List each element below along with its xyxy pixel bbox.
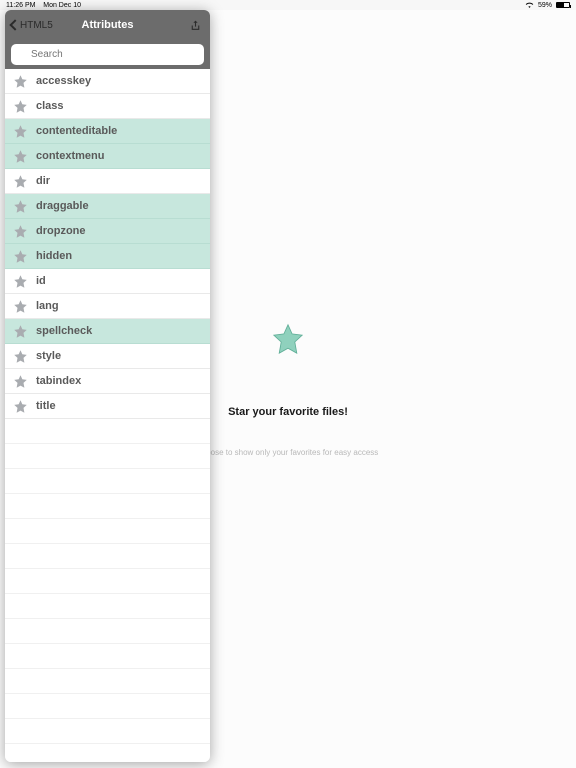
list-item-label: id	[36, 275, 46, 287]
star-icon[interactable]	[13, 99, 28, 114]
star-icon[interactable]	[13, 374, 28, 389]
list-item[interactable]: lang	[5, 294, 210, 319]
search-input[interactable]	[11, 44, 204, 65]
star-icon[interactable]	[13, 399, 28, 414]
back-button[interactable]: HTML5	[11, 20, 53, 31]
list-item-label: tabindex	[36, 375, 81, 387]
battery-icon	[556, 2, 570, 8]
list-item[interactable]: hidden	[5, 244, 210, 269]
star-icon[interactable]	[13, 149, 28, 164]
list-item-label: draggable	[36, 200, 89, 212]
list-item-label: hidden	[36, 250, 72, 262]
status-time: 11:26 PM	[6, 2, 35, 9]
status-bar: 11:26 PM Mon Dec 10 59%	[0, 0, 576, 10]
star-icon[interactable]	[13, 74, 28, 89]
list-item[interactable]: accesskey	[5, 69, 210, 94]
list-item-label: accesskey	[36, 75, 91, 87]
empty-row	[5, 744, 210, 762]
empty-row	[5, 444, 210, 469]
list-item-label: contextmenu	[36, 150, 104, 162]
list-item[interactable]: dropzone	[5, 219, 210, 244]
empty-row	[5, 519, 210, 544]
list-item[interactable]: id	[5, 269, 210, 294]
list-item[interactable]: tabindex	[5, 369, 210, 394]
popover-navbar: HTML5 Attributes	[5, 10, 210, 40]
list-item[interactable]: contextmenu	[5, 144, 210, 169]
empty-row	[5, 644, 210, 669]
star-icon[interactable]	[13, 124, 28, 139]
attributes-popover: HTML5 Attributes accesskey class contented…	[5, 10, 210, 762]
list-item-label: dropzone	[36, 225, 86, 237]
list-item-label: spellcheck	[36, 325, 92, 337]
star-icon[interactable]	[13, 299, 28, 314]
list-item[interactable]: style	[5, 344, 210, 369]
list-item[interactable]: class	[5, 94, 210, 119]
list-item[interactable]: dir	[5, 169, 210, 194]
empty-row	[5, 694, 210, 719]
back-label: HTML5	[20, 20, 53, 31]
empty-row	[5, 669, 210, 694]
battery-pct: 59%	[538, 2, 552, 9]
list-item-label: lang	[36, 300, 59, 312]
detail-subtext: choose to show only your favorites for e…	[198, 448, 379, 457]
empty-row	[5, 544, 210, 569]
star-icon[interactable]	[13, 274, 28, 289]
empty-row	[5, 719, 210, 744]
empty-row	[5, 594, 210, 619]
empty-row	[5, 469, 210, 494]
empty-row	[5, 569, 210, 594]
wifi-icon	[525, 1, 534, 10]
share-button[interactable]	[189, 19, 202, 32]
list-item-label: style	[36, 350, 61, 362]
list-item[interactable]: contenteditable	[5, 119, 210, 144]
chevron-left-icon	[9, 19, 20, 30]
list-item-label: dir	[36, 175, 50, 187]
empty-row	[5, 494, 210, 519]
star-icon[interactable]	[13, 224, 28, 239]
search-bar	[5, 40, 210, 69]
status-date: Mon Dec 10	[43, 2, 81, 9]
empty-row	[5, 419, 210, 444]
list-item-label: title	[36, 400, 56, 412]
list-item-label: class	[36, 100, 64, 112]
attributes-list[interactable]: accesskey class contenteditable contextmenu…	[5, 69, 210, 762]
detail-headline: Star your favorite files!	[228, 406, 348, 418]
list-item[interactable]: title	[5, 394, 210, 419]
list-item-label: contenteditable	[36, 125, 117, 137]
star-icon[interactable]	[13, 199, 28, 214]
favorite-star-icon	[271, 322, 305, 356]
list-item[interactable]: spellcheck	[5, 319, 210, 344]
star-icon[interactable]	[13, 249, 28, 264]
list-item[interactable]: draggable	[5, 194, 210, 219]
star-icon[interactable]	[13, 349, 28, 364]
star-icon[interactable]	[13, 174, 28, 189]
empty-row	[5, 619, 210, 644]
star-icon[interactable]	[13, 324, 28, 339]
